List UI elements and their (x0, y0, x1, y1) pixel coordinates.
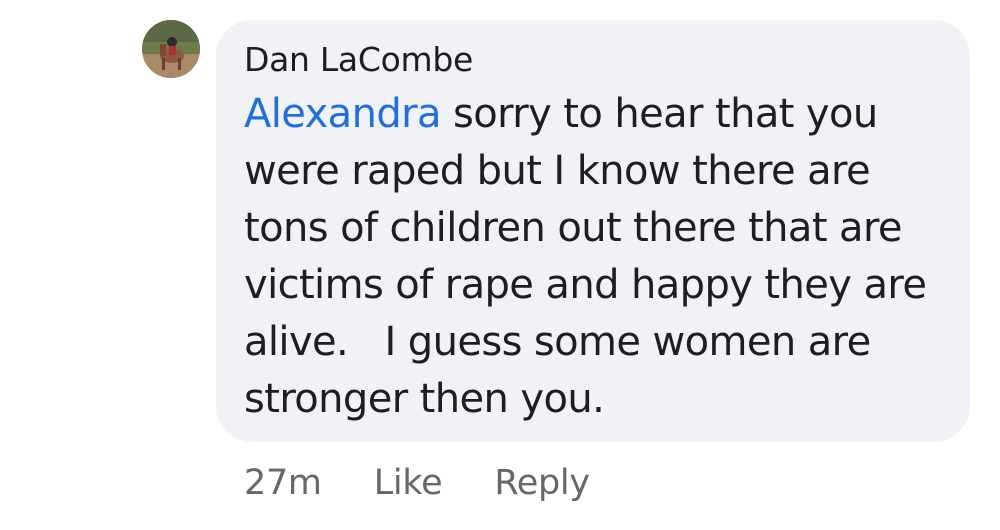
comment-actions: 27m Like Reply (244, 455, 590, 511)
like-button[interactable]: Like (374, 463, 443, 503)
reply-button[interactable]: Reply (494, 463, 590, 503)
avatar[interactable] (142, 20, 200, 78)
avatar-image (142, 20, 200, 78)
comment-text: Alexandra sorry to hear that you were ra… (244, 86, 946, 428)
mention-link[interactable]: Alexandra (244, 91, 441, 137)
comment-author[interactable]: Dan LaCombe (244, 38, 473, 82)
comment-timestamp[interactable]: 27m (244, 463, 322, 503)
comment-body: sorry to hear that you were raped but I … (244, 91, 939, 422)
comment-bubble: Dan LaCombe Alexandra sorry to hear that… (216, 20, 970, 442)
